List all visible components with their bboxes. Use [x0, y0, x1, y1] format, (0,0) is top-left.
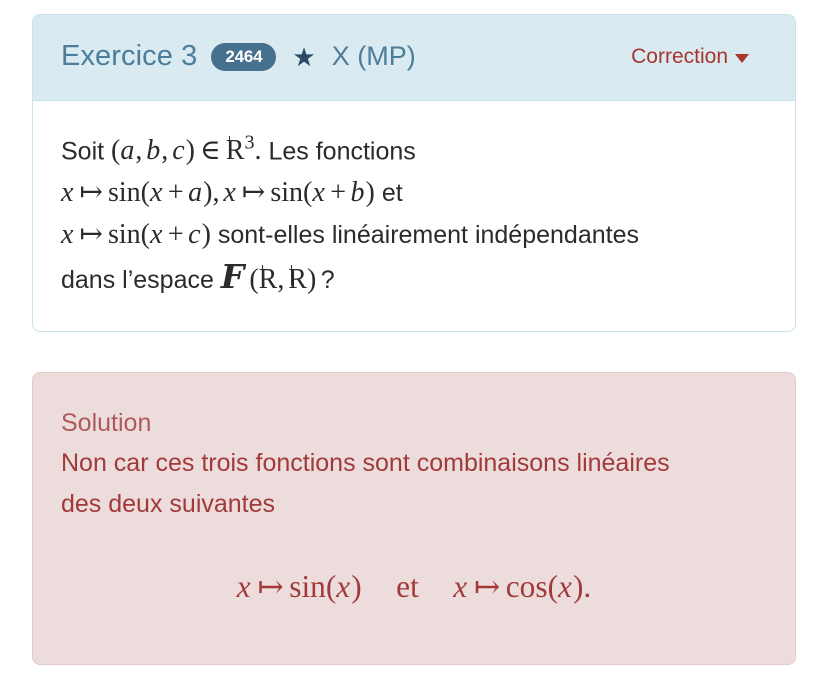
- exercise-statement: Soit (a,b,c)∈R3. Les fonctions x↦sin(x+a…: [33, 101, 795, 331]
- sin-operator: sin: [270, 177, 303, 208]
- var-x: x: [61, 219, 74, 250]
- plus-symbol: +: [163, 177, 188, 208]
- mapsto-symbol: ↦: [252, 569, 290, 604]
- correction-toggle-button[interactable]: Correction: [631, 46, 749, 67]
- statement-line3-tail: sont-elles linéairement indépendantes: [218, 221, 639, 249]
- mapsto-symbol: ↦: [468, 569, 506, 604]
- paren-close: ): [307, 264, 316, 295]
- statement-math-function-space: F(R,R): [221, 264, 316, 295]
- exercise-header: Exercice 3 2464 ★ X (MP) Correction: [33, 15, 795, 101]
- var-x: x: [237, 569, 252, 604]
- statement-line-4: dans l’espace F(R,R)?: [61, 256, 767, 301]
- solution-text: Non car ces trois fonctions sont combina…: [61, 443, 767, 525]
- sin-operator: sin: [108, 219, 141, 250]
- exercise-source-label: X (MP): [332, 43, 416, 70]
- paren-close: ): [351, 569, 361, 604]
- paren-close: ): [573, 569, 583, 604]
- paren-open: (: [249, 264, 258, 295]
- paren-open: (: [141, 219, 150, 250]
- mapsto-symbol: ↦: [237, 177, 271, 208]
- display-math-expression: x↦sin(x)etx↦cos(x).: [237, 569, 592, 604]
- var-x: x: [150, 219, 163, 250]
- solution-label: Solution: [61, 403, 767, 443]
- statement-math-functions-ab: x↦sin(x+a),x↦sin(x+b): [61, 177, 375, 208]
- solution-text-line-1: Non car ces trois fonctions sont combina…: [61, 443, 767, 484]
- solution-text-line-2: des deux suivantes: [61, 484, 767, 525]
- var-x: x: [150, 177, 163, 208]
- statement-line-1: Soit (a,b,c)∈R3. Les fonctions: [61, 123, 767, 172]
- exercise-header-left: Exercice 3 2464 ★ X (MP): [61, 42, 416, 71]
- paren-open: (: [326, 569, 336, 604]
- star-icon[interactable]: ★: [292, 44, 315, 70]
- plus-symbol: +: [326, 177, 351, 208]
- mapsto-symbol: ↦: [74, 177, 108, 208]
- var-x: x: [312, 177, 325, 208]
- statement-line4-head: dans l’espace: [61, 266, 214, 294]
- paren-close: ): [202, 219, 211, 250]
- comma: ,: [277, 264, 288, 295]
- blackboard-R: R: [226, 135, 245, 166]
- sin-operator: sin: [289, 569, 326, 604]
- var-c: c: [172, 135, 185, 166]
- var-a: a: [120, 135, 135, 166]
- paren-close: ): [366, 177, 375, 208]
- script-F: F: [221, 257, 244, 296]
- paren-open: (: [548, 569, 558, 604]
- element-of-symbol: ∈: [195, 135, 226, 166]
- conjunction-et: et: [396, 569, 419, 604]
- blackboard-R: R: [259, 264, 278, 295]
- paren-open: (: [111, 135, 120, 166]
- paren-close: ): [186, 135, 195, 166]
- solution-display-math: x↦sin(x)etx↦cos(x).: [61, 569, 767, 605]
- comma: ,: [135, 135, 146, 166]
- period: .: [583, 569, 591, 604]
- paren-open: (: [141, 177, 150, 208]
- var-x: x: [558, 569, 573, 604]
- exponent-3: 3: [244, 132, 254, 154]
- statement-word-soit: Soit: [61, 137, 104, 165]
- var-x: x: [223, 177, 236, 208]
- comma: ,: [161, 135, 172, 166]
- exercise-page: Exercice 3 2464 ★ X (MP) Correction Soit…: [0, 0, 828, 681]
- statement-line1-tail: Les fonctions: [268, 137, 415, 165]
- sin-operator: sin: [108, 177, 141, 208]
- statement-math-function-c: x↦sin(x+c): [61, 219, 211, 250]
- var-b: b: [146, 135, 161, 166]
- period: .: [255, 135, 262, 166]
- var-a: a: [188, 177, 203, 208]
- exercise-card: Exercice 3 2464 ★ X (MP) Correction Soit…: [32, 14, 796, 332]
- solution-card: Solution Non car ces trois fonctions son…: [32, 372, 796, 665]
- question-mark: ?: [321, 266, 335, 294]
- exercise-id-badge[interactable]: 2464: [211, 43, 276, 71]
- paren-open: (: [303, 177, 312, 208]
- blackboard-R: R: [288, 264, 307, 295]
- correction-toggle-label: Correction: [631, 46, 728, 67]
- var-b: b: [351, 177, 366, 208]
- var-x: x: [453, 569, 468, 604]
- mapsto-symbol: ↦: [74, 219, 108, 250]
- comma: ,: [212, 177, 223, 208]
- statement-math-tuple: (a,b,c)∈R3.: [111, 135, 261, 166]
- statement-line2-tail: et: [382, 179, 403, 207]
- plus-symbol: +: [163, 219, 188, 250]
- exercise-title: Exercice 3: [61, 42, 197, 71]
- statement-line-3: x↦sin(x+c) sont-elles linéairement indép…: [61, 214, 767, 256]
- cos-operator: cos: [506, 569, 548, 604]
- var-c: c: [188, 219, 201, 250]
- var-x: x: [61, 177, 74, 208]
- chevron-down-icon: [735, 54, 749, 63]
- var-x: x: [336, 569, 351, 604]
- statement-line-2: x↦sin(x+a),x↦sin(x+b) et: [61, 172, 767, 214]
